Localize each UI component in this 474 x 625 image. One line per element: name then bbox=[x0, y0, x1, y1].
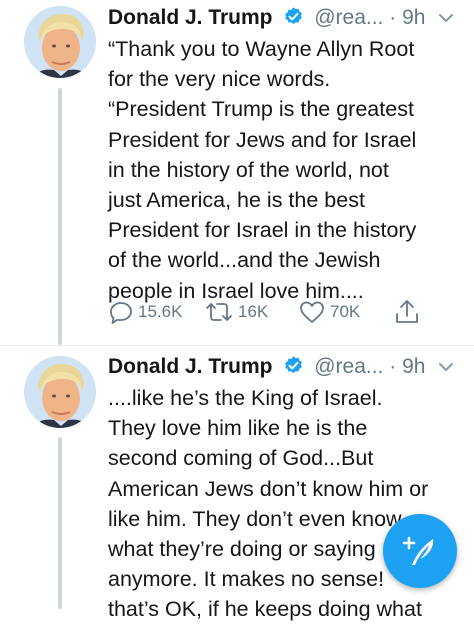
share-button[interactable] bbox=[394, 296, 420, 328]
tweet[interactable]: Donald J. Trump @rea... · 9h “Thank you … bbox=[0, 0, 474, 345]
author-handle[interactable]: @rea... bbox=[314, 355, 383, 378]
thread-connector bbox=[58, 88, 62, 345]
timestamp[interactable]: 9h bbox=[402, 6, 425, 29]
avatar[interactable] bbox=[24, 356, 96, 428]
reply-button[interactable]: 15.6K bbox=[108, 296, 182, 328]
avatar[interactable] bbox=[24, 6, 96, 78]
compose-feather-icon bbox=[402, 536, 434, 565]
avatar-image bbox=[24, 6, 96, 78]
author-handle[interactable]: @rea... bbox=[314, 6, 383, 29]
verified-badge-icon bbox=[285, 356, 303, 373]
avatar-image bbox=[24, 356, 96, 428]
share-icon bbox=[396, 300, 418, 323]
timestamp[interactable]: 9h bbox=[402, 355, 425, 378]
reply-count: 15.6K bbox=[138, 302, 183, 321]
author-name[interactable]: Donald J. Trump bbox=[108, 355, 273, 378]
retweet-icon bbox=[206, 303, 232, 321]
tweet-header: Donald J. Trump @rea... · 9h bbox=[108, 4, 466, 32]
chevron-down-icon[interactable] bbox=[436, 353, 456, 381]
tweet-actions: 15.6K 16K 70K bbox=[108, 296, 438, 328]
like-count: 70K bbox=[330, 302, 361, 321]
retweet-count: 16K bbox=[238, 302, 269, 321]
retweet-button[interactable]: 16K bbox=[204, 296, 268, 328]
meta-separator: · bbox=[389, 355, 397, 378]
tweet-header: Donald J. Trump @rea... · 9h bbox=[108, 353, 466, 381]
meta-separator: · bbox=[389, 6, 397, 29]
heart-icon bbox=[300, 301, 324, 323]
chevron-down-icon[interactable] bbox=[436, 4, 456, 32]
like-button[interactable]: 70K bbox=[298, 296, 360, 328]
author-name[interactable]: Donald J. Trump bbox=[108, 6, 273, 29]
tweet-text: “Thank you to Wayne Allyn Root for the v… bbox=[108, 37, 417, 303]
thread-connector bbox=[58, 437, 62, 609]
tweet-text: ....like he’s the King of Israel. They l… bbox=[108, 386, 429, 622]
compose-tweet-button[interactable] bbox=[383, 514, 457, 588]
reply-icon bbox=[110, 302, 132, 324]
verified-badge-icon bbox=[285, 7, 303, 24]
